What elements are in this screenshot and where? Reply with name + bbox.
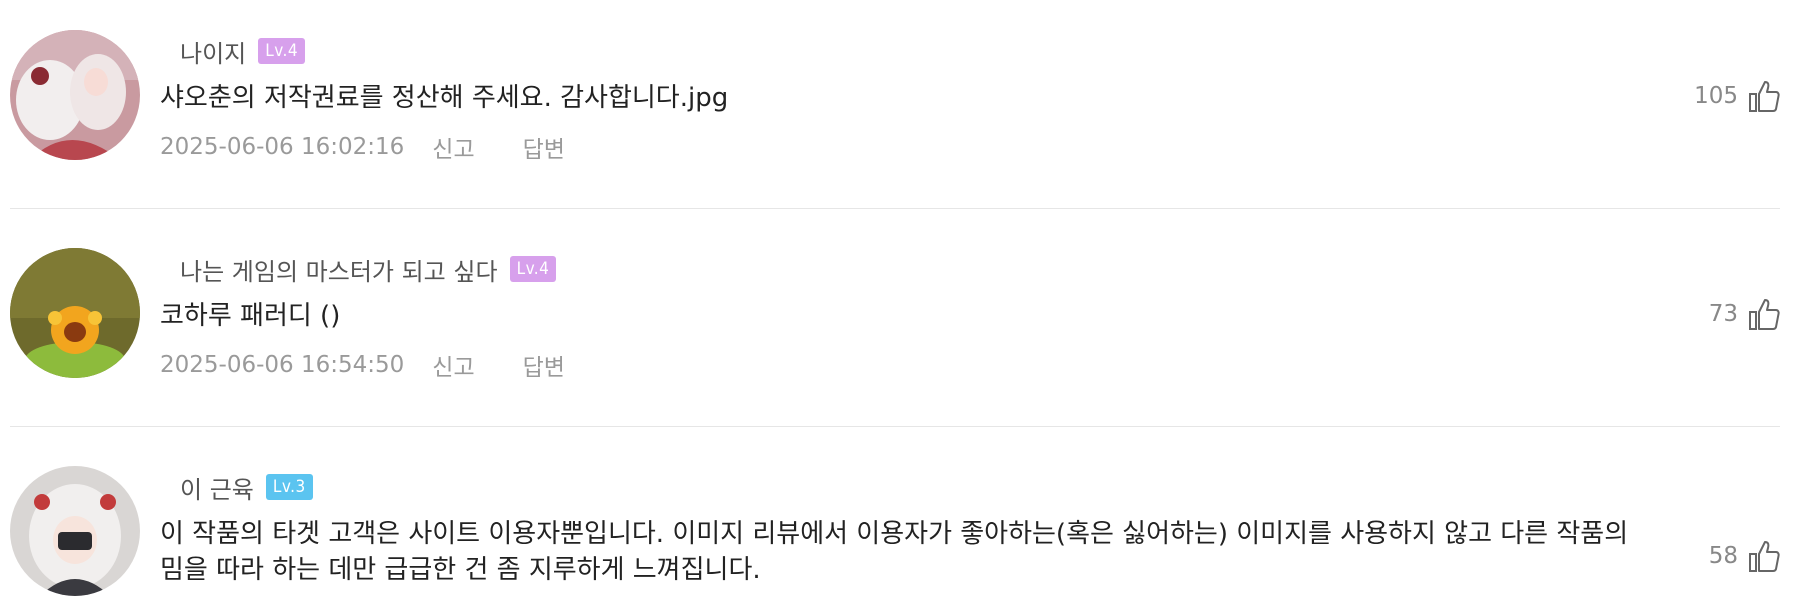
like-count: 58 [1708, 543, 1738, 569]
report-button[interactable]: 신고 [432, 348, 474, 382]
level-badge: Lv.4 [258, 38, 306, 64]
report-button[interactable]: 신고 [432, 130, 474, 164]
comment-item: 이 근육 Lv.3 이 작품의 타겟 고객은 사이트 이용자뿐입니다. 이미지 … [10, 466, 1780, 596]
comment-text: 샤오춘의 저작권료를 정산해 주세요. 감사합니다.jpg [160, 83, 729, 113]
thumbs-up-icon[interactable] [1748, 79, 1780, 113]
comment-item: 나이지 Lv.4 샤오춘의 저작권료를 정산해 주세요. 감사합니다.jpg 2… [10, 30, 1780, 206]
thumbs-up-icon[interactable] [1748, 297, 1780, 331]
username[interactable]: 나는 게임의 마스터가 되고 싶다 [180, 252, 498, 287]
like-count: 73 [1708, 301, 1738, 327]
avatar-image [10, 30, 140, 160]
avatar-image [10, 248, 140, 378]
comment-text: 코하루 패러디 () [160, 301, 341, 331]
divider [10, 426, 1780, 427]
avatar-image [10, 466, 140, 596]
like-count: 105 [1694, 83, 1738, 109]
thumbs-up-icon[interactable] [1748, 539, 1780, 573]
avatar[interactable] [10, 248, 140, 378]
user-row: 나는 게임의 마스터가 되고 싶다 Lv.4 [180, 252, 557, 287]
level-badge: Lv.4 [509, 256, 557, 282]
comment-meta: 2025-06-06 16:02:16 신고 답변 [160, 130, 565, 164]
comment-meta: 2025-06-06 16:54:50 신고 답변 [160, 348, 565, 382]
reply-button[interactable]: 답변 [523, 130, 565, 164]
avatar[interactable] [10, 30, 140, 160]
username[interactable]: 나이지 [180, 34, 246, 69]
reply-button[interactable]: 답변 [523, 348, 565, 382]
timestamp: 2025-06-06 16:54:50 [160, 352, 405, 378]
like-button[interactable]: 73 [1709, 294, 1780, 334]
timestamp: 2025-06-06 16:02:16 [160, 134, 405, 160]
comment-item: 나는 게임의 마스터가 되고 싶다 Lv.4 코하루 패러디 () 2025-0… [10, 248, 1780, 424]
level-badge: Lv.3 [265, 474, 313, 500]
like-button[interactable]: 58 [1709, 536, 1780, 576]
like-button[interactable]: 105 [1694, 76, 1780, 116]
avatar[interactable] [10, 466, 140, 596]
user-row: 나이지 Lv.4 [180, 34, 306, 69]
divider [10, 208, 1780, 209]
user-row: 이 근육 Lv.3 [180, 470, 313, 505]
comment-text: 이 작품의 타겟 고객은 사이트 이용자뿐입니다. 이미지 리뷰에서 이용자가 … [160, 519, 1629, 585]
username[interactable]: 이 근육 [180, 470, 254, 505]
